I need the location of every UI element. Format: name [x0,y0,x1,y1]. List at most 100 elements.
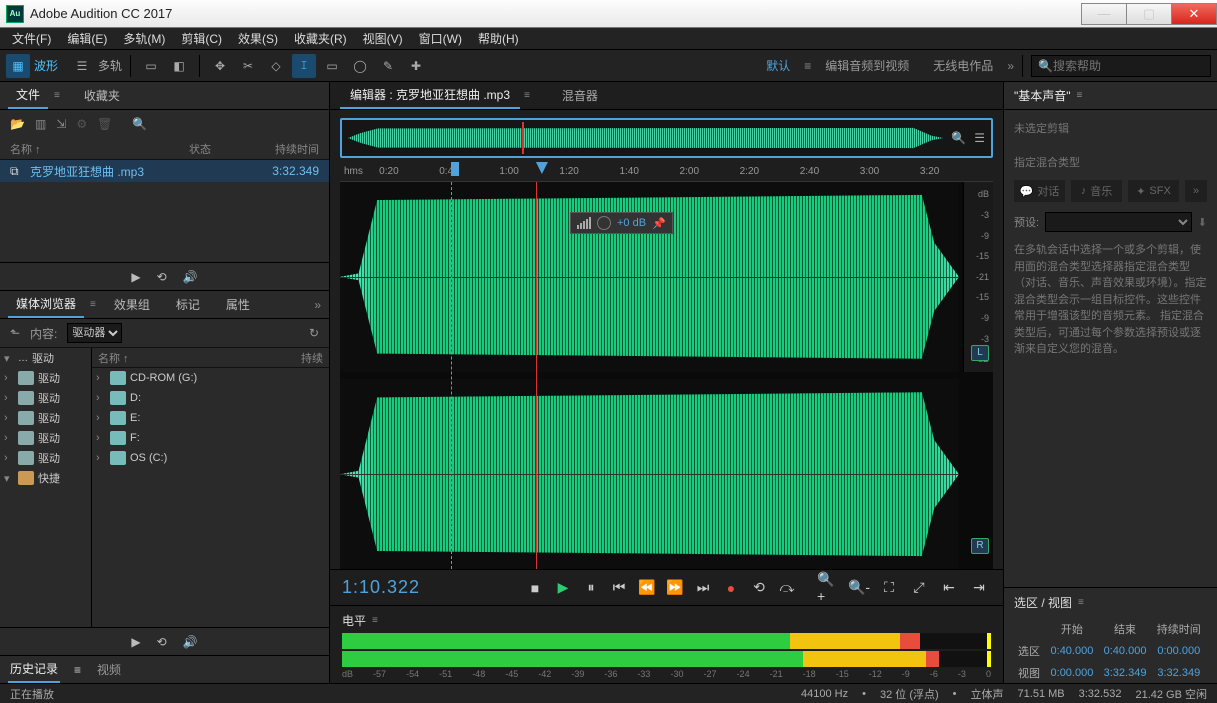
waveform-view-button[interactable]: ▦ [6,54,30,78]
channel-right[interactable] [340,379,959,569]
shortcuts-header[interactable]: ▾快捷 [0,468,91,488]
window-close-button[interactable]: ✕ [1171,3,1217,25]
pin-icon[interactable]: 📌 [652,217,666,230]
menu-item[interactable]: 效果(S) [230,28,286,49]
apply-preset-icon[interactable]: ⬇ [1198,216,1207,229]
time-ruler[interactable]: hms 0:200:401:001:201:402:002:202:403:00… [340,162,993,182]
menu-item[interactable]: 视图(V) [355,28,411,49]
level-meter-right[interactable] [342,651,991,667]
channel-left[interactable]: +0 dB 📌 [340,182,959,372]
razor-tool-button[interactable]: ✂ [236,54,260,78]
menu-item[interactable]: 多轨(M) [115,28,173,49]
play-preview-icon[interactable]: ▶ [131,635,140,649]
workspace-radio[interactable]: 无线电作品 [923,57,1003,74]
marquee-tool-button[interactable]: ▭ [320,54,344,78]
skip-selection-button[interactable]: ⤼ [775,576,799,600]
drive-item[interactable]: ›D: [92,388,329,408]
lasso-tool-button[interactable]: ◯ [348,54,372,78]
sel-end[interactable]: 0:40.000 [1099,641,1150,661]
sel-dur[interactable]: 0:00.000 [1153,641,1205,661]
playhead-marker[interactable] [536,162,548,174]
view-end[interactable]: 3:32.349 [1099,663,1150,683]
loop-preview-icon[interactable]: ⟲ [157,270,167,284]
multitrack-view-button[interactable]: ☰ [70,54,94,78]
drive-item[interactable]: ›CD-ROM (G:) [92,368,329,388]
pause-button[interactable]: ⏸ [579,576,603,600]
amplitude-hud[interactable]: +0 dB 📌 [570,212,673,234]
window-maximize-button[interactable]: ▢ [1126,3,1172,25]
open-file-icon[interactable]: 📂 [10,117,25,131]
drive-shortcut[interactable]: ›驱动 [0,448,91,468]
play-preview-icon[interactable]: ▶ [131,270,140,284]
loop-button[interactable]: ⟲ [747,576,771,600]
go-to-start-button[interactable]: ⏮ [607,576,631,600]
new-file-icon[interactable]: ▥ [35,117,46,131]
col-name[interactable]: 名称 ↑ [10,141,189,157]
help-search-input[interactable] [1053,59,1193,73]
tab-favorites[interactable]: 收藏夹 [76,83,128,108]
panel-menu-icon[interactable]: ≡ [524,90,530,101]
move-tool-button[interactable]: ✥ [208,54,232,78]
slip-tool-button[interactable]: ◇ [264,54,288,78]
hud-knob-icon[interactable] [597,216,611,230]
zoom-full-icon[interactable]: ⛶ [877,576,901,600]
sel-start[interactable]: 0:40.000 [1046,641,1097,661]
overview-playhead[interactable] [522,122,524,154]
content-dropdown[interactable]: 驱动器 [67,323,122,343]
fast-forward-button[interactable]: ⏩ [663,576,687,600]
waveform-display[interactable]: +0 dB 📌 dB-3-9-15-21-15-9-3dB dB-3-9-15-… [340,182,993,569]
panel-menu-icon[interactable]: ≡ [1078,597,1084,608]
up-folder-icon[interactable]: ⬑ [10,326,20,340]
brush-tool-button[interactable]: ✎ [376,54,400,78]
help-search[interactable]: 🔍 [1031,55,1211,77]
channel-badge-right[interactable]: R [971,538,989,554]
drives-header[interactable]: ▾…驱动 [0,348,91,368]
overflow-icon[interactable]: » [314,298,321,312]
tab-essential-sound[interactable]: "基本声音" [1014,87,1071,104]
autoplay-icon[interactable]: 🔊 [183,270,198,284]
menu-item[interactable]: 收藏夹(R) [286,28,355,49]
menu-item[interactable]: 剪辑(C) [173,28,230,49]
autoplay-icon[interactable]: 🔊 [183,635,198,649]
tag-sfx[interactable]: ✦SFX [1128,180,1179,202]
preset-dropdown[interactable] [1045,212,1192,232]
view-start[interactable]: 0:00.000 [1046,663,1097,683]
tab-editor[interactable]: 编辑器 : 克罗地亚狂想曲 .mp3 [340,82,520,109]
filter-search-icon[interactable]: 🔍 [132,117,147,131]
menu-item[interactable]: 文件(F) [4,28,59,49]
overview-options-icon[interactable]: ☰ [974,131,985,145]
zoom-out-icon[interactable]: 🔍- [847,576,871,600]
view-dur[interactable]: 3:32.349 [1153,663,1205,683]
rewind-button[interactable]: ⏪ [635,576,659,600]
panel-menu-icon[interactable]: ≡ [1077,90,1083,101]
zoom-out-point-icon[interactable]: ⇥ [967,576,991,600]
stop-button[interactable]: ■ [523,576,547,600]
drive-shortcut[interactable]: ›驱动 [0,428,91,448]
menu-item[interactable]: 编辑(E) [59,28,115,49]
tab-media-browser[interactable]: 媒体浏览器 [8,291,84,318]
tab-markers[interactable]: 标记 [168,292,208,317]
refresh-icon[interactable]: ↻ [309,326,319,340]
waveform-overview[interactable]: 🔍 ☰ [340,118,993,158]
drive-item[interactable]: ›E: [92,408,329,428]
time-select-tool-button[interactable]: 𝙸 [292,54,316,78]
tab-files[interactable]: 文件 [8,82,48,109]
drive-item[interactable]: ›F: [92,428,329,448]
panel-menu-icon[interactable]: ≡ [54,90,60,101]
channel-badge-left[interactable]: L [971,345,989,361]
loop-preview-icon[interactable]: ⟲ [157,635,167,649]
tab-properties[interactable]: 属性 [218,292,258,317]
menu-item[interactable]: 窗口(W) [411,28,470,49]
zoom-in-point-icon[interactable]: ⇤ [937,576,961,600]
level-meter-left[interactable] [342,633,991,649]
tab-mixer[interactable]: 混音器 [552,83,608,108]
play-button[interactable]: ▶ [551,576,575,600]
settings-icon[interactable]: ⚙ [76,117,87,131]
workspace-default[interactable]: 默认 [756,57,800,74]
zoom-sel-icon[interactable]: ⤢ [907,576,931,600]
panel-menu-icon[interactable]: ≡ [74,663,81,677]
drive-shortcut[interactable]: ›驱动 [0,368,91,388]
panel-menu-icon[interactable]: ≡ [90,299,96,310]
spectral-toggle-button[interactable]: ◧ [167,54,191,78]
tab-history[interactable]: 历史记录 [8,656,60,683]
